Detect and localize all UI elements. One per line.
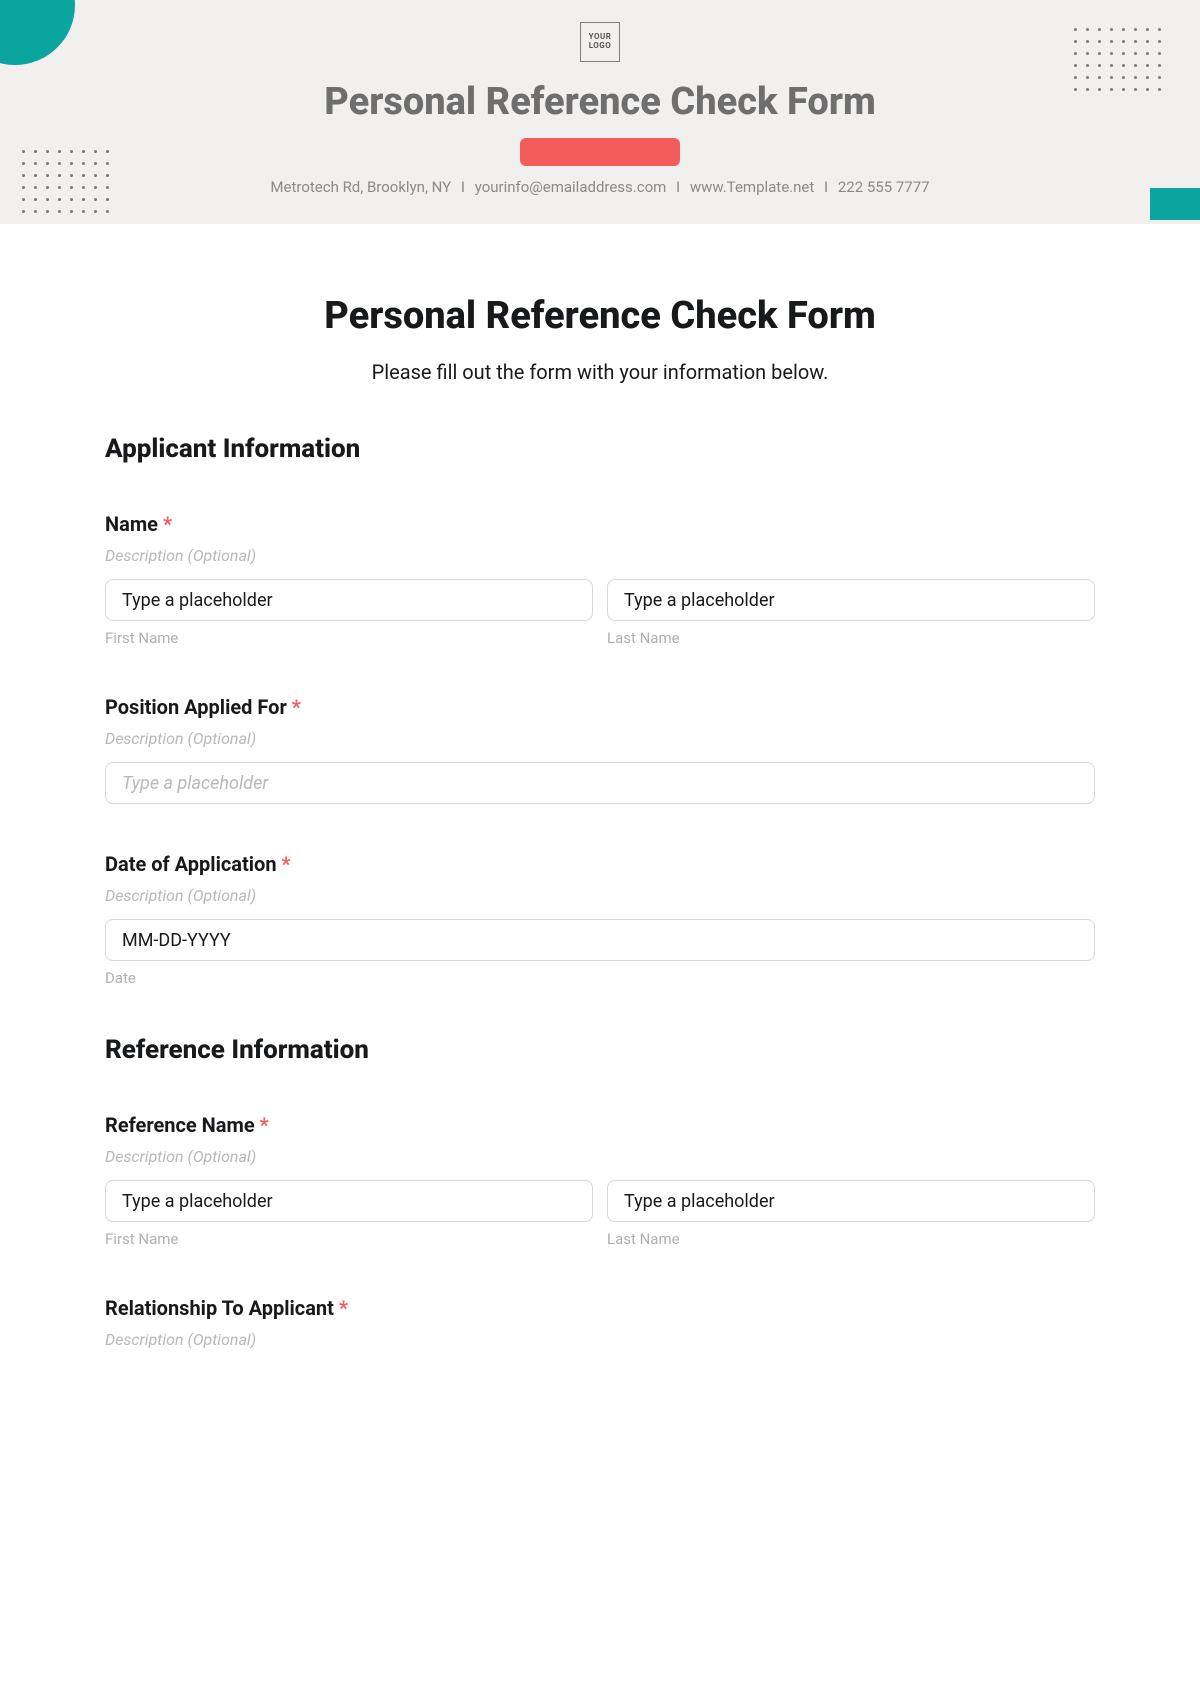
ref-last-name-sublabel: Last Name: [607, 1230, 1095, 1248]
required-marker: *: [282, 852, 291, 876]
label-text: Reference Name: [105, 1113, 255, 1137]
field-label-position: Position Applied For *: [105, 695, 1095, 719]
first-name-sublabel: First Name: [105, 629, 593, 647]
field-date: Date of Application * Description (Optio…: [105, 852, 1095, 987]
ref-last-name-input[interactable]: Type a placeholder: [607, 1180, 1095, 1222]
contact-phone: 222 555 7777: [838, 178, 930, 196]
field-label-ref-name: Reference Name *: [105, 1113, 1095, 1137]
page-title: Personal Reference Check Form: [105, 294, 1095, 338]
field-name: Name * Description (Optional) Type a pla…: [105, 512, 1095, 647]
field-label-name: Name *: [105, 512, 1095, 536]
logo-placeholder: YOUR LOGO: [580, 22, 620, 62]
date-input[interactable]: MM-DD-YYYY: [105, 919, 1095, 961]
date-sublabel: Date: [105, 969, 1095, 987]
field-desc: Description (Optional): [105, 886, 1095, 905]
field-label-relationship: Relationship To Applicant *: [105, 1296, 1095, 1320]
section-title-reference: Reference Information: [105, 1035, 1095, 1065]
label-text: Name: [105, 512, 158, 536]
required-marker: *: [260, 1113, 269, 1137]
page-subtitle: Please fill out the form with your infor…: [105, 360, 1095, 384]
field-ref-name: Reference Name * Description (Optional) …: [105, 1113, 1095, 1248]
field-label-date: Date of Application *: [105, 852, 1095, 876]
field-desc: Description (Optional): [105, 729, 1095, 748]
position-input[interactable]: Type a placeholder: [105, 762, 1095, 804]
contact-website: www.Template.net: [690, 178, 814, 196]
field-position: Position Applied For * Description (Opti…: [105, 695, 1095, 804]
contact-address: Metrotech Rd, Brooklyn, NY: [270, 178, 451, 196]
field-desc: Description (Optional): [105, 546, 1095, 565]
label-text: Relationship To Applicant: [105, 1296, 334, 1320]
separator: I: [824, 178, 828, 196]
required-marker: *: [339, 1296, 348, 1320]
last-name-input[interactable]: Type a placeholder: [607, 579, 1095, 621]
header-band: YOUR LOGO Personal Reference Check Form …: [0, 0, 1200, 224]
label-text: Date of Application: [105, 852, 277, 876]
separator: I: [676, 178, 680, 196]
field-desc: Description (Optional): [105, 1147, 1095, 1166]
ref-first-name-input[interactable]: Type a placeholder: [105, 1180, 593, 1222]
field-desc: Description (Optional): [105, 1330, 1095, 1349]
contact-email: yourinfo@emailaddress.com: [475, 178, 667, 196]
decor-teal-circle: [0, 0, 75, 65]
ref-first-name-sublabel: First Name: [105, 1230, 593, 1248]
required-marker: *: [163, 512, 172, 536]
last-name-sublabel: Last Name: [607, 629, 1095, 647]
field-relationship: Relationship To Applicant * Description …: [105, 1296, 1095, 1349]
section-title-applicant: Applicant Information: [105, 434, 1095, 464]
contact-line: Metrotech Rd, Brooklyn, NY I yourinfo@em…: [0, 178, 1200, 196]
separator: I: [461, 178, 465, 196]
decor-red-pill: [520, 138, 680, 166]
first-name-input[interactable]: Type a placeholder: [105, 579, 593, 621]
label-text: Position Applied For: [105, 695, 287, 719]
main-content: Personal Reference Check Form Please fil…: [0, 224, 1200, 1349]
banner-title: Personal Reference Check Form: [0, 80, 1200, 124]
required-marker: *: [292, 695, 301, 719]
